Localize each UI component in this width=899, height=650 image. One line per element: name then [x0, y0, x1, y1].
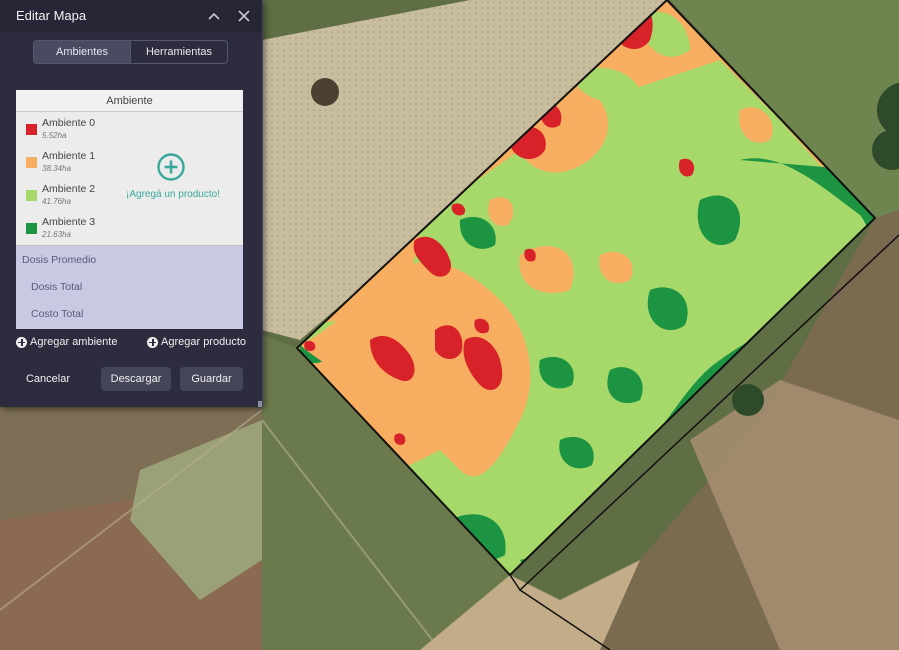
color-swatch — [26, 124, 37, 135]
plus-circle-icon[interactable] — [156, 152, 186, 182]
ambiente-item-0[interactable]: Ambiente 0 5.52ha — [24, 114, 124, 144]
ambiente-item-2[interactable]: Ambiente 2 41.76ha — [24, 180, 124, 210]
chevron-up-icon[interactable] — [204, 6, 224, 26]
save-button[interactable]: Guardar — [180, 367, 243, 391]
tab-herramientas[interactable]: Herramientas — [130, 41, 227, 63]
color-swatch — [26, 223, 37, 234]
ambiente-area: 5.52ha — [42, 131, 67, 140]
ambiente-name: Ambiente 0 — [42, 117, 96, 129]
ambiente-name: Ambiente 3 — [42, 216, 96, 228]
ambientes-list: Ambiente 0 5.52ha Ambiente 1 38.34ha Amb… — [16, 112, 243, 246]
cancel-button[interactable]: Cancelar — [16, 367, 80, 391]
ambiente-area: 38.34ha — [42, 164, 71, 173]
ambiente-area: 21.63ha — [42, 230, 71, 239]
add-producto-label: Agregar producto — [161, 336, 246, 348]
add-product-cta[interactable]: ¡Agregá un producto! — [116, 152, 230, 212]
tab-ambientes[interactable]: Ambientes — [34, 41, 130, 63]
tab-bar: Ambientes Herramientas — [33, 40, 228, 64]
ambiente-name: Ambiente 1 — [42, 150, 96, 162]
add-producto-link[interactable]: Agregar producto — [147, 334, 246, 350]
dosis-promedio-row: Dosis Promedio — [22, 253, 97, 266]
close-icon[interactable] — [234, 6, 254, 26]
color-swatch — [26, 190, 37, 201]
ambiente-item-1[interactable]: Ambiente 1 38.34ha — [24, 147, 124, 177]
costo-total-row: Costo Total — [31, 307, 84, 320]
dosis-total-row: Dosis Total — [31, 280, 83, 293]
panel-header: Editar Mapa — [0, 0, 262, 32]
panel-title: Editar Mapa — [16, 8, 87, 23]
plus-icon — [147, 336, 158, 348]
ambiente-item-3[interactable]: Ambiente 3 21.63ha — [24, 213, 124, 243]
ambiente-area: 41.76ha — [42, 197, 71, 206]
edit-map-panel: Editar Mapa Ambientes Herramientas Ambie… — [0, 0, 263, 407]
ambiente-name: Ambiente 2 — [42, 183, 96, 195]
add-ambiente-label: Agregar ambiente — [30, 336, 118, 348]
download-button[interactable]: Descargar — [101, 367, 171, 391]
add-ambiente-link[interactable]: Agregar ambiente — [16, 334, 117, 350]
ambientes-table: Ambiente Ambiente 0 5.52ha Ambiente 1 38… — [16, 90, 243, 329]
plus-icon — [16, 336, 27, 348]
resize-handle[interactable] — [258, 401, 262, 407]
summary-section: Dosis Promedio Dosis Total Costo Total — [16, 246, 243, 329]
add-product-label: ¡Agregá un producto! — [126, 189, 220, 200]
color-swatch — [26, 157, 37, 168]
table-header: Ambiente — [16, 90, 243, 112]
